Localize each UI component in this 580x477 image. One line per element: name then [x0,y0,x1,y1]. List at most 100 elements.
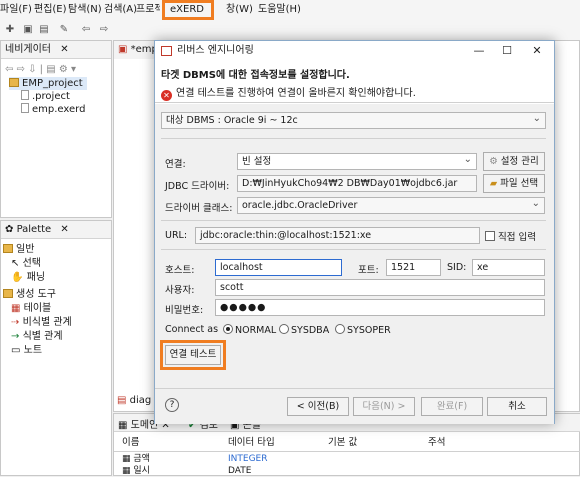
dashed-relation-icon: ⇢ [11,317,23,328]
menu-bar: 파일(F) 편집(E) 탐색(N) 검색(A) 프로젝트(P) eXERD 창(… [0,0,580,20]
dialog-titlebar: 리버스 엔지니어링 — ☐ ✕ [155,41,554,61]
direct-input-checkbox[interactable]: 직접 입력 [485,229,536,243]
menu-help[interactable]: 도움말(H) [258,3,301,17]
connection-select[interactable]: 빈 설정 [237,153,477,170]
note-icon: ▭ [11,345,24,356]
navigator-title: 네비게이터 [5,44,51,55]
menu-project[interactable]: 프로젝트(P) [136,3,160,17]
password-input[interactable]: ●●●●● [215,299,545,316]
editor-bottom-tab[interactable]: ▤ diag [114,393,154,409]
palette-panel: ✿ Palette ✕ 일반 ↖ 선택 ✋ 패닝 생성 도구 ▦ 테이블 ⇢ 비… [0,220,112,476]
test-button-highlight [160,340,226,370]
palette-item-note[interactable]: ▭ 노트 [11,344,42,357]
reverse-engineering-dialog: 리버스 엔지니어링 — ☐ ✕ 타겟 DBMS에 대한 접속정보를 설정합니다.… [154,40,555,424]
checkbox-box [485,231,495,241]
palette-item-table[interactable]: ▦ 테이블 [11,302,51,315]
arrow-icon: ↖ [11,258,23,269]
menu-edit[interactable]: 편집(E) [34,3,67,17]
connection-label: 연결: [165,159,186,170]
cancel-button[interactable]: 취소 [487,397,547,416]
radio-normal[interactable]: NORMAL [223,324,276,336]
next-button[interactable]: 다음(N) > [353,397,415,416]
help-icon[interactable]: ? [165,398,179,412]
back-icon[interactable]: ⇦ [80,24,92,36]
dialog-heading: 타겟 DBMS에 대한 접속정보를 설정합니다. [161,70,350,81]
error-message: ✕ 연결 테스트를 진행하여 연결이 올바른지 확인해야합니다. [161,84,416,101]
palette-header: ✿ Palette ✕ [1,221,111,239]
palette-item-nonidentifying[interactable]: ⇢ 비식별 관계 [11,316,72,329]
menu-window[interactable]: 창(W) [226,3,253,17]
minimize-icon[interactable]: — [465,43,493,59]
menu-search[interactable]: 검색(A) [104,3,137,17]
target-dbms-select[interactable]: 대상 DBMS : Oracle 9i ~ 12c [161,112,546,129]
close-icon[interactable]: ✕ [60,44,68,55]
domain-icon: ▦ [122,454,134,464]
domain-icon: ▦ [122,466,134,476]
column-header-name[interactable]: 이름 [122,436,139,450]
settings-manage-button[interactable]: ⚙ 설정 관리 [483,152,545,171]
erd-file-icon [21,103,29,113]
row-type: INTEGER [228,454,268,464]
back-button[interactable]: < 이전(B) [287,397,349,416]
finish-button[interactable]: 완료(F) [421,397,483,416]
folder-icon [3,289,13,298]
forward-icon[interactable]: ⇨ [98,24,110,36]
radio-dot [279,324,289,334]
jdbc-label: JDBC 드라이버: [165,181,230,192]
user-input[interactable]: scott [215,279,545,296]
navigator-panel: 네비게이터 ✕ ⇦ ⇨ ⇩ | ▤ ⚙ ▾ EMP_project .proje… [0,40,112,218]
menu-navigate[interactable]: 탐색(N) [68,3,102,17]
radio-sysdba[interactable]: SYSDBA [279,324,329,336]
error-icon: ✕ [161,90,172,101]
palette-group-general[interactable]: 일반 [3,243,34,256]
divider [161,220,546,221]
tree-item-dotproject[interactable]: .project [21,90,70,103]
message-area: 타겟 DBMS에 대한 접속정보를 설정합니다. ✕ 연결 테스트를 진행하여 연… [155,61,554,103]
close-icon[interactable]: ✕ [523,43,551,59]
password-label: 비밀번호: [165,305,204,316]
palette-item-pan[interactable]: ✋ 패닝 [11,271,45,284]
table-row[interactable]: ▦ 금액 [122,453,150,465]
file-select-button[interactable]: ▰ 파일 선택 [483,174,545,193]
sid-input[interactable]: xe [472,259,545,276]
folder-icon [9,78,19,87]
pencil-icon[interactable]: ✎ [58,24,70,36]
palette-item-select[interactable]: ↖ 선택 [11,257,41,270]
host-input[interactable]: localhost [215,259,342,276]
dialog-body: 대상 DBMS : Oracle 9i ~ 12c 연결: 빈 설정 ⚙ 설정 … [155,104,554,388]
divider [161,138,546,139]
radio-sysoper[interactable]: SYSOPER [335,324,391,336]
column-header-default[interactable]: 기본 값 [328,436,357,450]
domain-icon: ▦ [118,420,131,431]
palette-group-create[interactable]: 생성 도구 [3,288,56,301]
host-label: 호스트: [165,265,195,276]
port-input[interactable]: 1521 [386,259,441,276]
hand-icon: ✋ [11,272,27,283]
new-icon[interactable]: ✚ [4,24,16,36]
palette-item-identifying[interactable]: → 식별 관계 [11,330,63,343]
column-header-type[interactable]: 데이터 타입 [228,436,275,450]
dialog-title: 리버스 엔지니어링 [177,45,254,56]
palette-title: Palette [16,224,52,235]
tree-item-emp-exerd[interactable]: emp.exerd [21,103,85,116]
save-icon[interactable]: ▣ [22,24,34,36]
close-icon[interactable]: ✕ [60,224,68,235]
url-field[interactable]: jdbc:oracle:thin:@localhost:1521:xe [195,227,480,244]
header-divider [114,451,580,452]
file-icon [21,90,29,100]
connect-as-label: Connect as [165,324,219,335]
table-row[interactable]: ▦ 일시 [122,465,150,477]
menu-exerd-highlight [162,0,214,20]
tree-item-project[interactable]: EMP_project [9,77,87,90]
menu-file[interactable]: 파일(F) [0,3,32,17]
main-toolbar: ✚ ▣ ▤ ✎ ⇦ ⇨ [0,20,580,40]
column-header-comment[interactable]: 주석 [428,436,445,450]
maximize-icon[interactable]: ☐ [493,43,521,59]
url-label: URL: [165,230,188,241]
user-label: 사용자: [165,285,195,296]
sid-label: SID: [447,262,467,273]
folder-icon [3,244,13,253]
driver-class-select[interactable]: oracle.jdbc.OracleDriver [237,197,545,214]
save-all-icon[interactable]: ▤ [38,24,50,36]
jdbc-driver-field[interactable]: D:₩JinHyukCho94₩2 DB₩Day01₩ojdbc6.jar [237,175,477,192]
